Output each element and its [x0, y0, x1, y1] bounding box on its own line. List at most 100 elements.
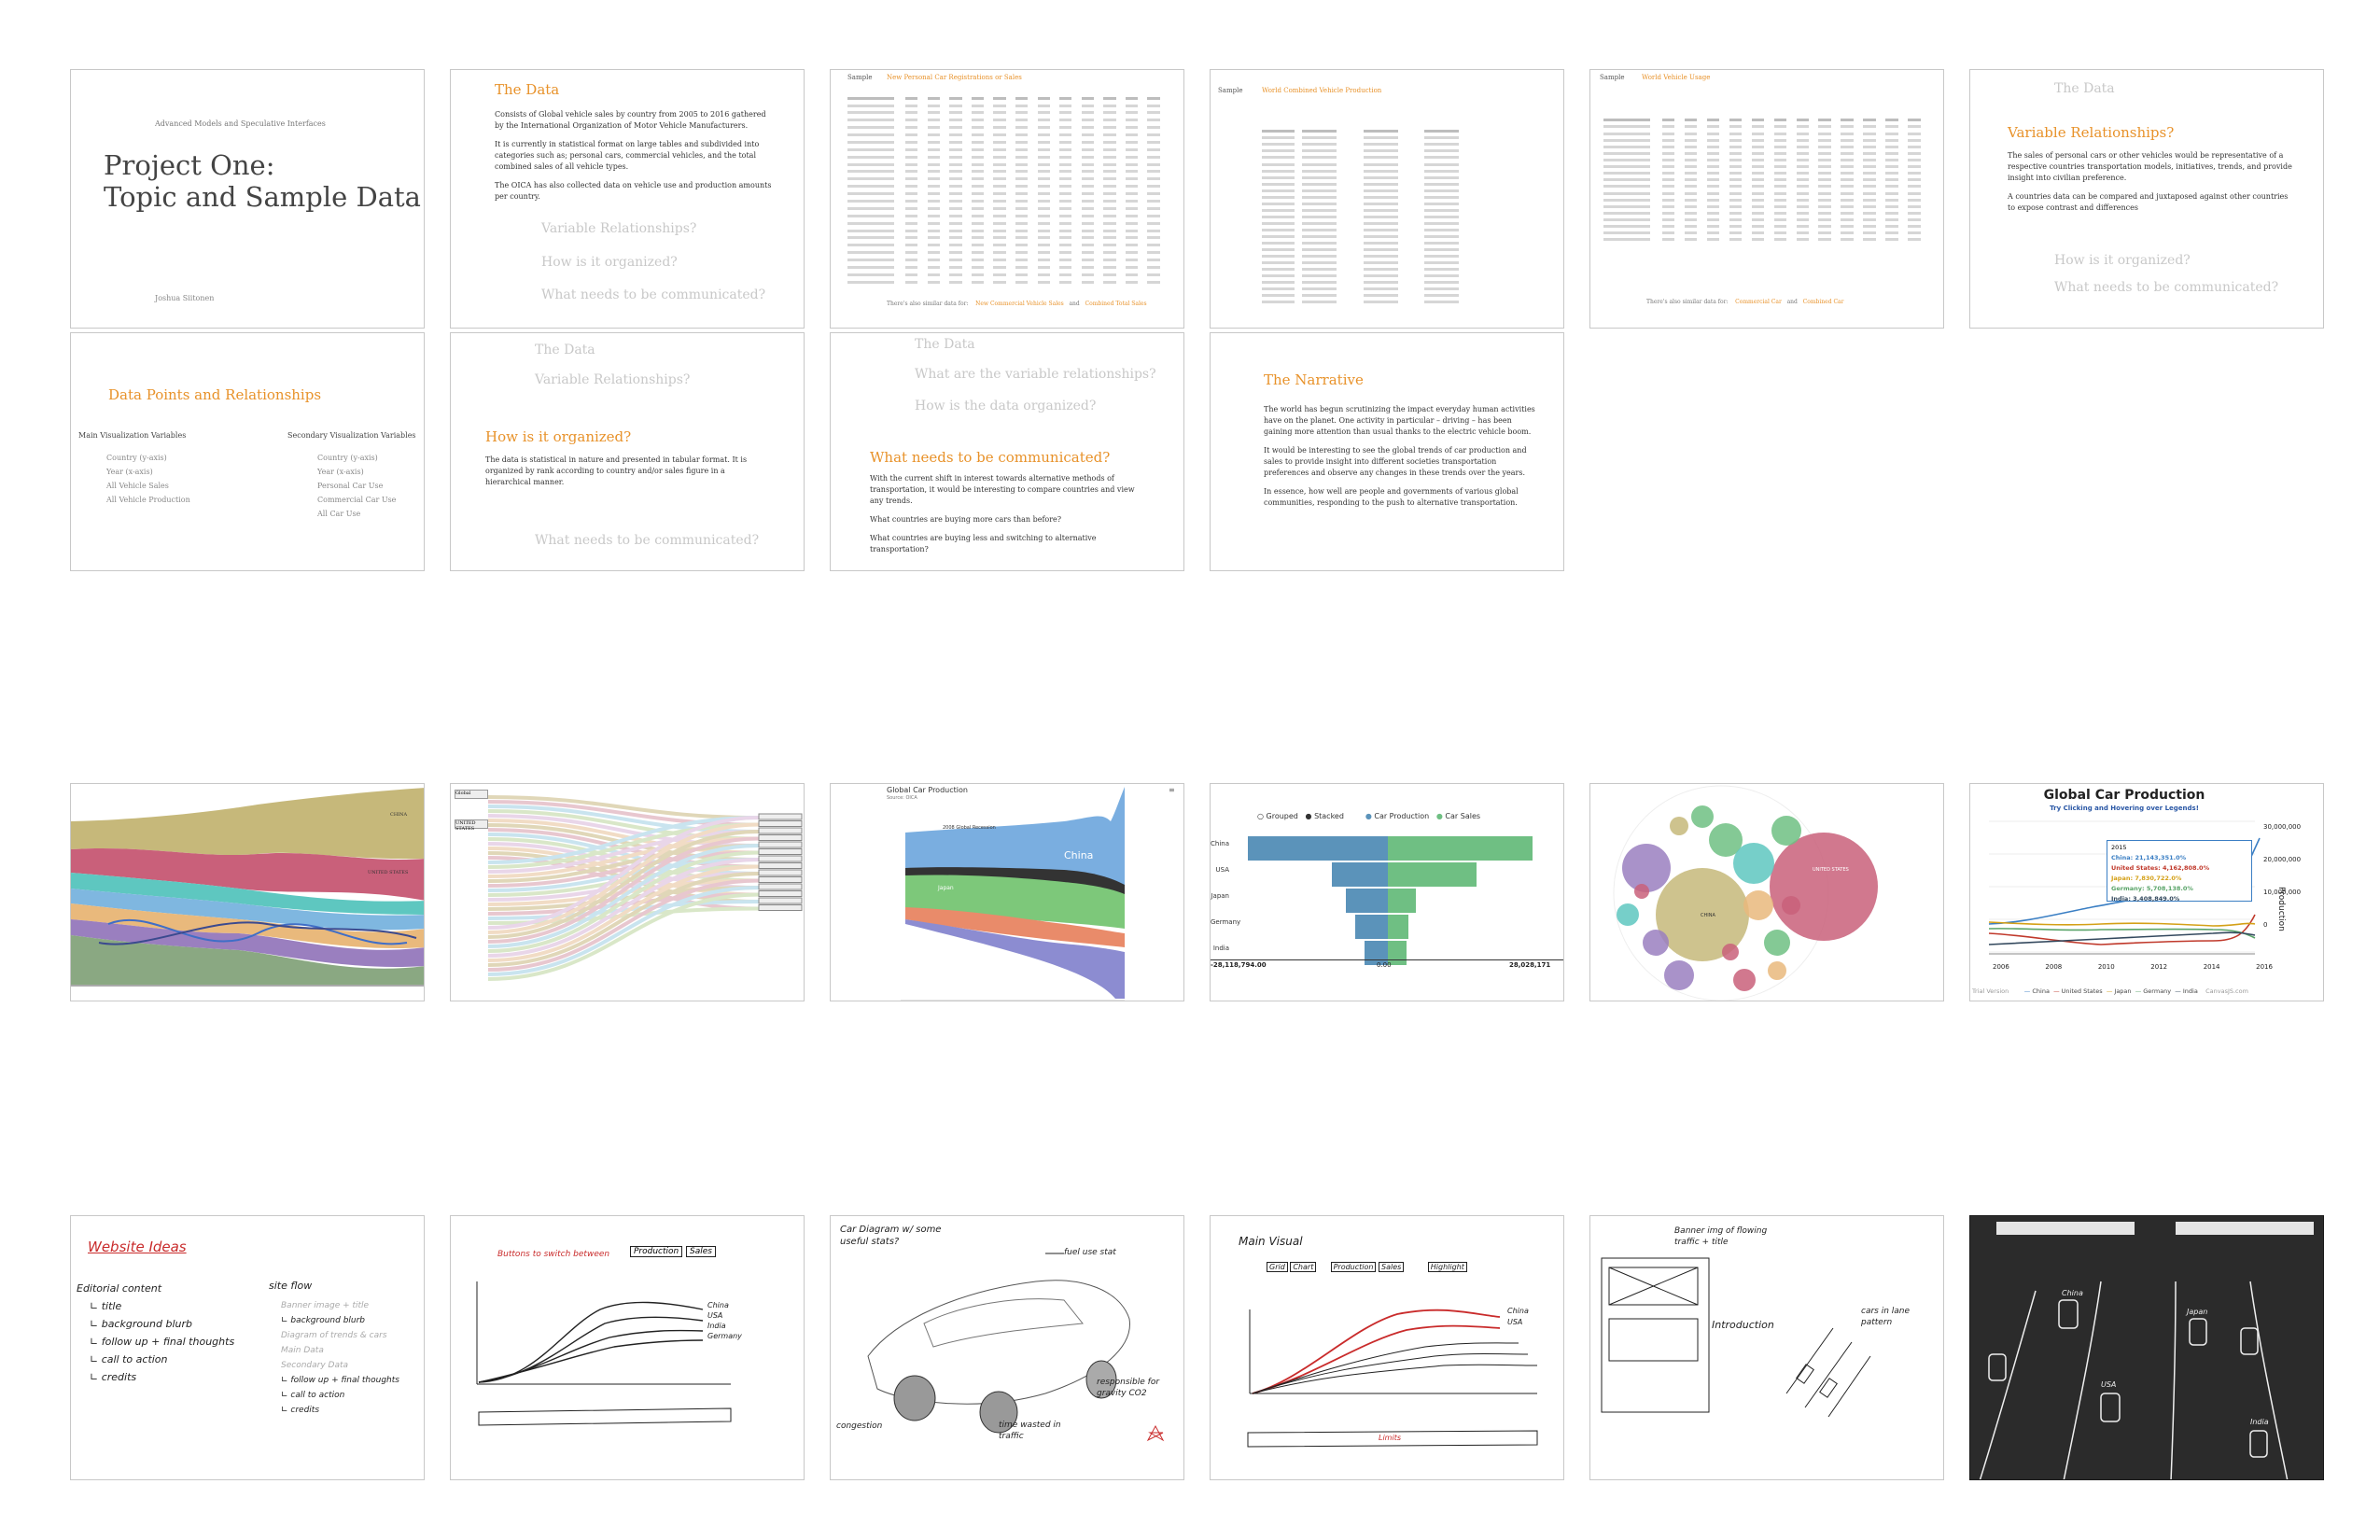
sankey-node[interactable]: [758, 876, 803, 883]
bubble[interactable]: [1771, 816, 1801, 846]
sankey-node[interactable]: [758, 883, 803, 890]
bubble[interactable]: [1691, 805, 1714, 828]
sales-bar[interactable]: [1388, 889, 1416, 913]
chart-thumb-stacked-area[interactable]: Global Car Production Source: OICA ≡ Chi…: [830, 783, 1184, 1001]
chart-thumb-butterfly[interactable]: ○ Grouped ● Stacked ● Car Production ● C…: [1210, 783, 1564, 1001]
bubble[interactable]: [1743, 890, 1773, 920]
bubble[interactable]: [1733, 843, 1774, 884]
table-cell-placeholder: [1841, 217, 1854, 221]
link-commercial-sales[interactable]: New Commercial Vehicle Sales: [975, 301, 1064, 307]
slide-thumb-narrative[interactable]: The Narrative The world has begun scruti…: [1210, 332, 1564, 571]
bubble[interactable]: [1782, 896, 1800, 915]
x-tick: 2014: [2203, 963, 2220, 971]
sketch-note: time wasted in traffic: [999, 1421, 1061, 1441]
table-cell-placeholder: [993, 96, 1006, 100]
table-cell-placeholder: [1015, 273, 1029, 276]
series-line-japan[interactable]: [1988, 921, 2256, 927]
table-cell-placeholder: [927, 104, 940, 107]
sankey-node[interactable]: [758, 890, 803, 897]
stacked-radio[interactable]: ● Stacked: [1306, 812, 1344, 820]
sankey-node[interactable]: [758, 904, 803, 911]
sankey-node[interactable]: [758, 869, 803, 876]
slide-thumb-variable-relationships[interactable]: The Data Variable Relationships? The sal…: [1969, 69, 2324, 329]
bubble[interactable]: [1768, 961, 1786, 980]
table-cell-placeholder: [1424, 195, 1460, 199]
slide-thumb-data-points[interactable]: Data Points and Relationships Main Visua…: [70, 332, 425, 571]
sankey-node[interactable]: [758, 841, 803, 848]
slide-thumb-what-communicated[interactable]: The Data What are the variable relations…: [830, 332, 1184, 571]
sketch-note: cars in lane pattern: [1861, 1307, 1911, 1327]
bubble[interactable]: [1664, 960, 1694, 990]
bubble[interactable]: [1622, 844, 1671, 892]
sankey-node[interactable]: Global: [455, 790, 488, 799]
bubble[interactable]: [1670, 817, 1688, 835]
title-line-2: Topic and Sample Data: [104, 181, 421, 213]
sketch-thumb-lanes[interactable]: China Japan USA India: [1969, 1215, 2324, 1480]
table-cell-placeholder: [949, 221, 962, 225]
slide-thumb-title[interactable]: Advanced Models and Speculative Interfac…: [70, 69, 425, 329]
link-total-sales[interactable]: Combined Total Sales: [1085, 301, 1147, 307]
legend-production[interactable]: Car Production: [1374, 812, 1429, 820]
sketch-thumb-layout[interactable]: Banner img of flowing traffic + title In…: [1589, 1215, 1944, 1480]
sankey-node[interactable]: [758, 813, 803, 820]
list-item: Country (y-axis): [106, 454, 167, 462]
link-commercial-car[interactable]: Commercial Car: [1735, 299, 1782, 305]
legend-item[interactable]: Japan: [2114, 987, 2131, 995]
chart-thumb-bubbles[interactable]: UNITED STATES CHINA: [1589, 783, 1944, 1001]
sketch-thumb-main-visual[interactable]: Main Visual Grid Chart Production Sales …: [1210, 1215, 1564, 1480]
production-bar[interactable]: [1355, 915, 1388, 939]
sketch-note: Introduction: [1712, 1319, 1774, 1331]
chart-thumb-sankey[interactable]: Global UNITED STATES: [450, 783, 805, 1001]
legend-item[interactable]: India: [2183, 987, 2198, 995]
sales-bar[interactable]: [1388, 836, 1533, 861]
sankey-node[interactable]: [758, 834, 803, 841]
bubble[interactable]: [1643, 930, 1669, 956]
bubble[interactable]: [1770, 833, 1878, 941]
slide-thumb-the-data[interactable]: The Data Consists of Global vehicle sale…: [450, 69, 805, 329]
sankey-node[interactable]: UNITED STATES: [455, 819, 488, 832]
table-cell-placeholder: [1424, 274, 1460, 278]
chart-thumb-line[interactable]: Global Car Production Try Clicking and H…: [1969, 783, 2324, 1001]
series-line-india[interactable]: [1988, 931, 2256, 945]
legend-item[interactable]: Germany: [2143, 987, 2171, 995]
sankey-node[interactable]: [758, 862, 803, 869]
production-bar[interactable]: [1248, 836, 1388, 861]
legend-sales[interactable]: Car Sales: [1445, 812, 1480, 820]
sketch-thumb-website-ideas[interactable]: Website Ideas Editorial content ∟ title …: [70, 1215, 425, 1480]
sankey-node[interactable]: [758, 820, 803, 827]
sankey-node[interactable]: [758, 827, 803, 834]
production-bar[interactable]: [1332, 862, 1388, 887]
chart-thumb-streamgraph[interactable]: CHINA UNITED STATES: [70, 783, 425, 1001]
table-cell-placeholder: [1662, 145, 1675, 148]
bubble[interactable]: [1634, 884, 1649, 899]
sketch-thumb-line-chart[interactable]: Buttons to switch between Production Sal…: [450, 1215, 805, 1480]
table-cell-placeholder: [1684, 217, 1698, 221]
slide-thumb-sample-production[interactable]: Sample World Combined Vehicle Production: [1210, 69, 1564, 329]
sales-bar[interactable]: [1388, 915, 1408, 939]
legend-item[interactable]: United States: [2062, 987, 2103, 995]
grouped-radio[interactable]: ○ Grouped: [1257, 812, 1298, 820]
table-cell-placeholder: [1015, 185, 1029, 189]
sketch-line: [1252, 1342, 1519, 1394]
legend-item[interactable]: China: [2032, 987, 2050, 995]
sankey-node[interactable]: [758, 848, 803, 855]
credit-link[interactable]: CanvasJS.com: [2205, 987, 2248, 995]
bubble[interactable]: [1733, 969, 1756, 991]
slide-thumb-sample-sales[interactable]: Sample New Personal Car Registrations or…: [830, 69, 1184, 329]
sankey-node[interactable]: [758, 855, 803, 862]
slide-thumb-sample-usage[interactable]: Sample World Vehicle Usage There's also …: [1589, 69, 1944, 329]
butterfly-bars: [1211, 833, 1563, 965]
sales-bar[interactable]: [1388, 862, 1477, 887]
bubble[interactable]: [1722, 944, 1739, 960]
link-combined-car[interactable]: Combined Car: [1803, 299, 1844, 305]
sketch-thumb-car-diagram[interactable]: Car Diagram w/ some useful stats? fuel u…: [830, 1215, 1184, 1480]
production-bar[interactable]: [1346, 889, 1388, 913]
sankey-node[interactable]: [758, 897, 803, 904]
table-cell-placeholder: [1773, 159, 1787, 161]
table-cell-placeholder: [1125, 155, 1139, 159]
slide-thumb-how-organized[interactable]: The Data Variable Relationships? How is …: [450, 332, 805, 571]
bubble[interactable]: [1617, 903, 1639, 926]
bubble[interactable]: [1764, 930, 1790, 956]
table-cell-placeholder: [1363, 248, 1398, 251]
table-cell-placeholder: [1059, 147, 1072, 151]
